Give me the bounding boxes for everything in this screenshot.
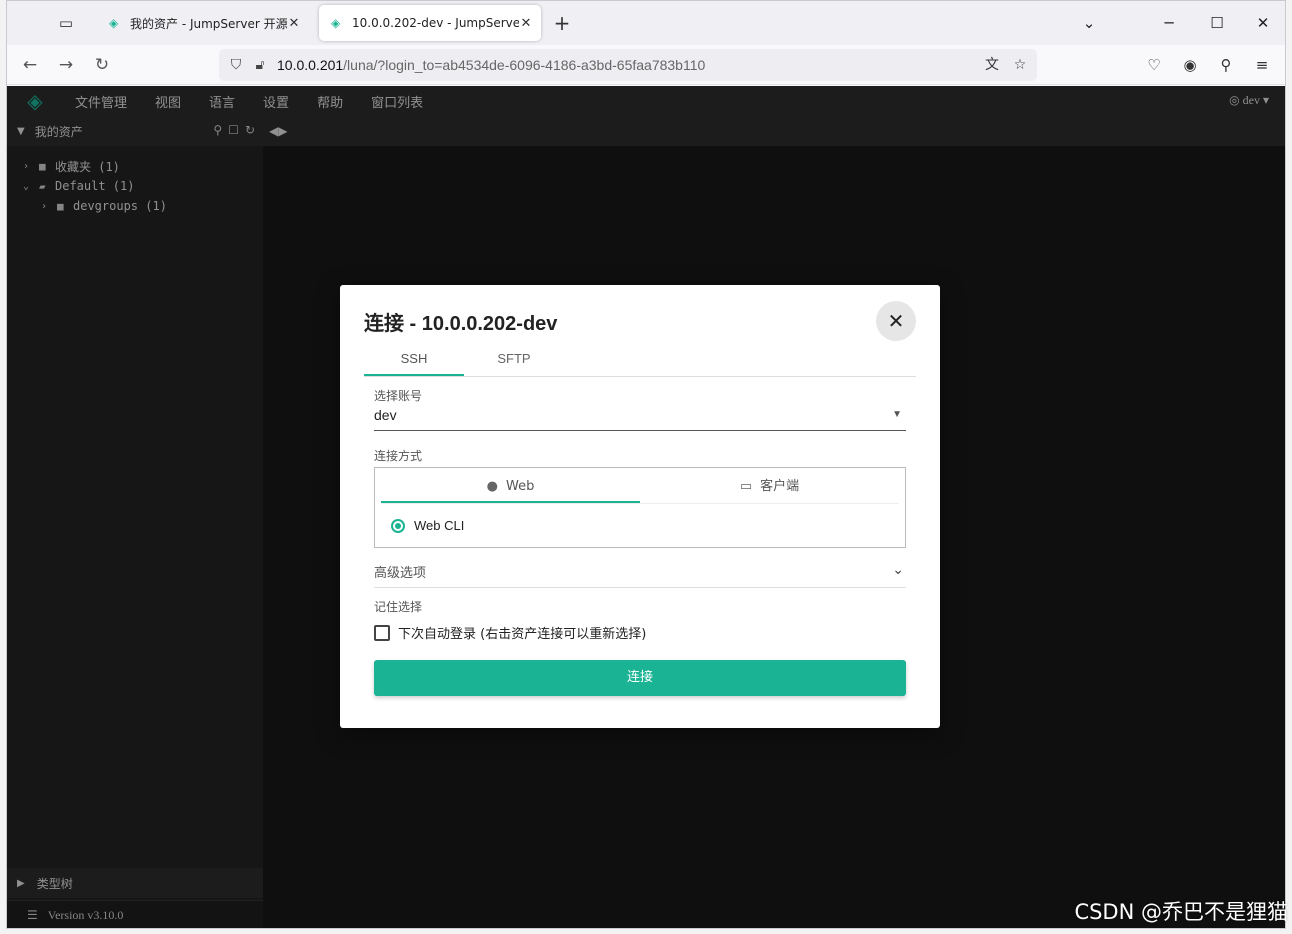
close-icon[interactable]: ✕ xyxy=(287,16,301,31)
tab-sftp[interactable]: SFTP xyxy=(464,343,564,376)
forward-button[interactable]: → xyxy=(53,52,79,78)
connect-dialog: 连接 - 10.0.0.202-dev ✕ SSH SFTP 选择账号 dev … xyxy=(340,285,940,728)
jumpserver-favicon-icon: ◈ xyxy=(109,16,119,30)
globe-icon: ● xyxy=(486,479,498,494)
account-select[interactable]: dev ▼ xyxy=(374,407,906,431)
advanced-options[interactable]: 高级选项 ⌄ xyxy=(374,562,906,588)
new-tab-button[interactable]: + xyxy=(549,10,575,36)
url-bar[interactable]: ⛉ 🔓︎ 10.0.0.201/luna/?login_to=ab4534de-… xyxy=(219,49,1037,81)
shield-icon[interactable]: ⛉ xyxy=(225,54,247,76)
maximize-button[interactable]: ☐ xyxy=(1197,11,1237,35)
connect-method-box: ● Web ▭ 客户端 Web CLI xyxy=(374,467,906,548)
web-cli-option[interactable]: Web CLI xyxy=(391,518,464,533)
insecure-lock-icon[interactable]: 🔓︎ xyxy=(249,54,271,76)
reload-button[interactable]: ↻ xyxy=(89,52,115,78)
tab-connect[interactable]: ◈ 10.0.0.202-dev - JumpServer ✕ xyxy=(319,5,541,41)
auto-login-option[interactable]: 下次自动登录 (右击资产连接可以重新选择) xyxy=(374,623,646,642)
monitor-icon: ▭ xyxy=(739,479,753,494)
nav-bar: ← → ↻ ⛉ 🔓︎ 10.0.0.201/luna/?login_to=ab4… xyxy=(7,45,1285,85)
tab-client[interactable]: ▭ 客户端 xyxy=(640,468,899,503)
url-text[interactable]: 10.0.0.201/luna/?login_to=ab4534de-6096-… xyxy=(277,57,705,73)
close-window-button[interactable]: ✕ xyxy=(1243,11,1283,35)
back-button[interactable]: ← xyxy=(17,52,43,78)
tab-title: 10.0.0.202-dev - JumpServer xyxy=(352,16,519,30)
tab-list-button[interactable]: ▭ xyxy=(51,9,81,37)
dialog-title: 连接 - 10.0.0.202-dev xyxy=(364,313,558,335)
remember-label: 记住选择 xyxy=(374,600,423,614)
account-label: 选择账号 xyxy=(374,389,423,403)
chevron-down-icon[interactable]: ⌄ xyxy=(1069,11,1109,35)
jumpserver-favicon-icon: ◈ xyxy=(331,16,341,30)
menu-icon[interactable]: ≡ xyxy=(1249,53,1275,77)
minimize-button[interactable]: ─ xyxy=(1149,11,1189,35)
method-label: 连接方式 xyxy=(374,449,423,463)
close-icon[interactable]: ✕ xyxy=(519,16,533,31)
account-icon[interactable]: ◉ xyxy=(1177,53,1203,77)
chevron-down-icon: ⌄ xyxy=(892,562,904,578)
tab-ssh[interactable]: SSH xyxy=(364,343,464,376)
translate-icon[interactable]: 文 xyxy=(981,53,1003,77)
caret-down-icon: ▼ xyxy=(892,409,902,420)
auto-login-checkbox[interactable] xyxy=(374,624,390,641)
extensions-icon[interactable]: ⚲ xyxy=(1213,53,1239,77)
connect-button[interactable]: 连接 xyxy=(374,660,906,696)
close-icon[interactable]: ✕ xyxy=(876,301,916,341)
pocket-icon[interactable]: ♡ xyxy=(1141,53,1167,77)
watermark: CSDN @乔巴不是狸猫 xyxy=(1074,900,1288,924)
radio-selected[interactable] xyxy=(391,518,405,533)
tab-web[interactable]: ● Web xyxy=(381,468,640,503)
protocol-tabs: SSH SFTP xyxy=(364,343,916,377)
tab-my-assets[interactable]: ◈ 我的资产 - JumpServer 开源堡 ✕ xyxy=(97,5,309,41)
tab-title: 我的资产 - JumpServer 开源堡 xyxy=(130,16,287,31)
star-icon[interactable]: ☆ xyxy=(1009,53,1031,77)
tab-bar: ▭ ◈ 我的资产 - JumpServer 开源堡 ✕ ◈ 10.0.0.202… xyxy=(7,1,1285,45)
